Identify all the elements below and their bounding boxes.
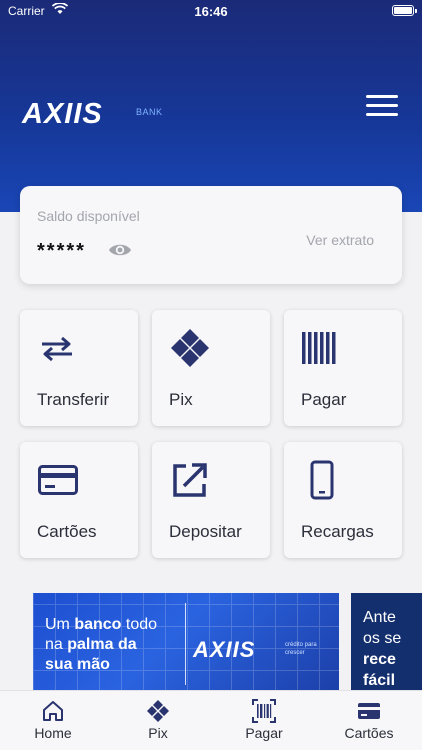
pix-icon — [171, 329, 209, 367]
eye-icon[interactable] — [108, 240, 132, 260]
bank-logo: AXIIS BANK — [22, 98, 182, 130]
transfer-icon — [42, 336, 72, 362]
tab-home[interactable]: Home — [3, 691, 103, 750]
home-icon — [43, 701, 63, 721]
action-label: Recargas — [301, 522, 374, 541]
promo-carousel[interactable]: Um banco todo na palma da sua mão AXIIS … — [0, 593, 422, 693]
tab-pay[interactable]: Pagar — [214, 691, 314, 750]
action-label: Pagar — [301, 390, 347, 409]
action-transfer[interactable]: Transferir — [20, 310, 138, 426]
balance-value: ***** — [37, 240, 86, 262]
phone-icon — [310, 460, 334, 500]
action-deposit[interactable]: Depositar — [152, 442, 270, 558]
action-label: Transferir — [37, 390, 110, 409]
banner-headline: Um banco todo na palma da sua mão — [45, 616, 158, 673]
action-label: Pix — [169, 390, 193, 409]
balance-card: Saldo disponível ***** Ver extrato — [20, 186, 402, 284]
pix-icon — [147, 700, 169, 722]
hamburger-menu-icon[interactable] — [366, 95, 400, 117]
logo-wordmark: AXIIS — [22, 98, 103, 130]
action-cards[interactable]: Cartões — [20, 442, 138, 558]
clock: 16:46 — [194, 4, 228, 19]
action-label: Depositar — [169, 522, 242, 541]
logo-subtitle: BANK — [136, 107, 163, 117]
external-link-icon — [173, 463, 207, 497]
banner-divider — [185, 603, 186, 685]
banner-logo: AXIIS — [193, 637, 256, 662]
promo-banner[interactable]: Ante os se rece fácil — [351, 593, 422, 693]
tab-pix[interactable]: Pix — [108, 691, 208, 750]
tab-label: Pix — [148, 725, 168, 741]
credit-card-icon — [38, 465, 78, 495]
barcode-icon — [302, 332, 336, 364]
action-pay[interactable]: Pagar — [284, 310, 402, 426]
barcode-scan-icon — [252, 699, 276, 723]
tab-cards[interactable]: Cartões — [319, 691, 419, 750]
promo-banner[interactable]: Um banco todo na palma da sua mão AXIIS … — [33, 593, 339, 693]
battery-icon — [392, 5, 417, 16]
bottom-tab-bar: Home Pix Pagar Cartões — [0, 690, 422, 750]
action-top-up[interactable]: Recargas — [284, 442, 402, 558]
tab-label: Home — [34, 725, 72, 741]
status-bar: Carrier 16:46 — [0, 0, 422, 22]
banner-headline: Ante os se rece fácil — [363, 609, 402, 689]
action-pix[interactable]: Pix — [152, 310, 270, 426]
action-label: Cartões — [37, 522, 97, 541]
tab-label: Cartões — [344, 725, 394, 741]
view-statement-link[interactable]: Ver extrato — [306, 232, 374, 248]
balance-label: Saldo disponível — [37, 208, 140, 224]
banner-logo-subtitle: crédito para crescer — [285, 642, 317, 656]
tab-label: Pagar — [245, 725, 283, 741]
credit-card-icon — [358, 703, 380, 719]
